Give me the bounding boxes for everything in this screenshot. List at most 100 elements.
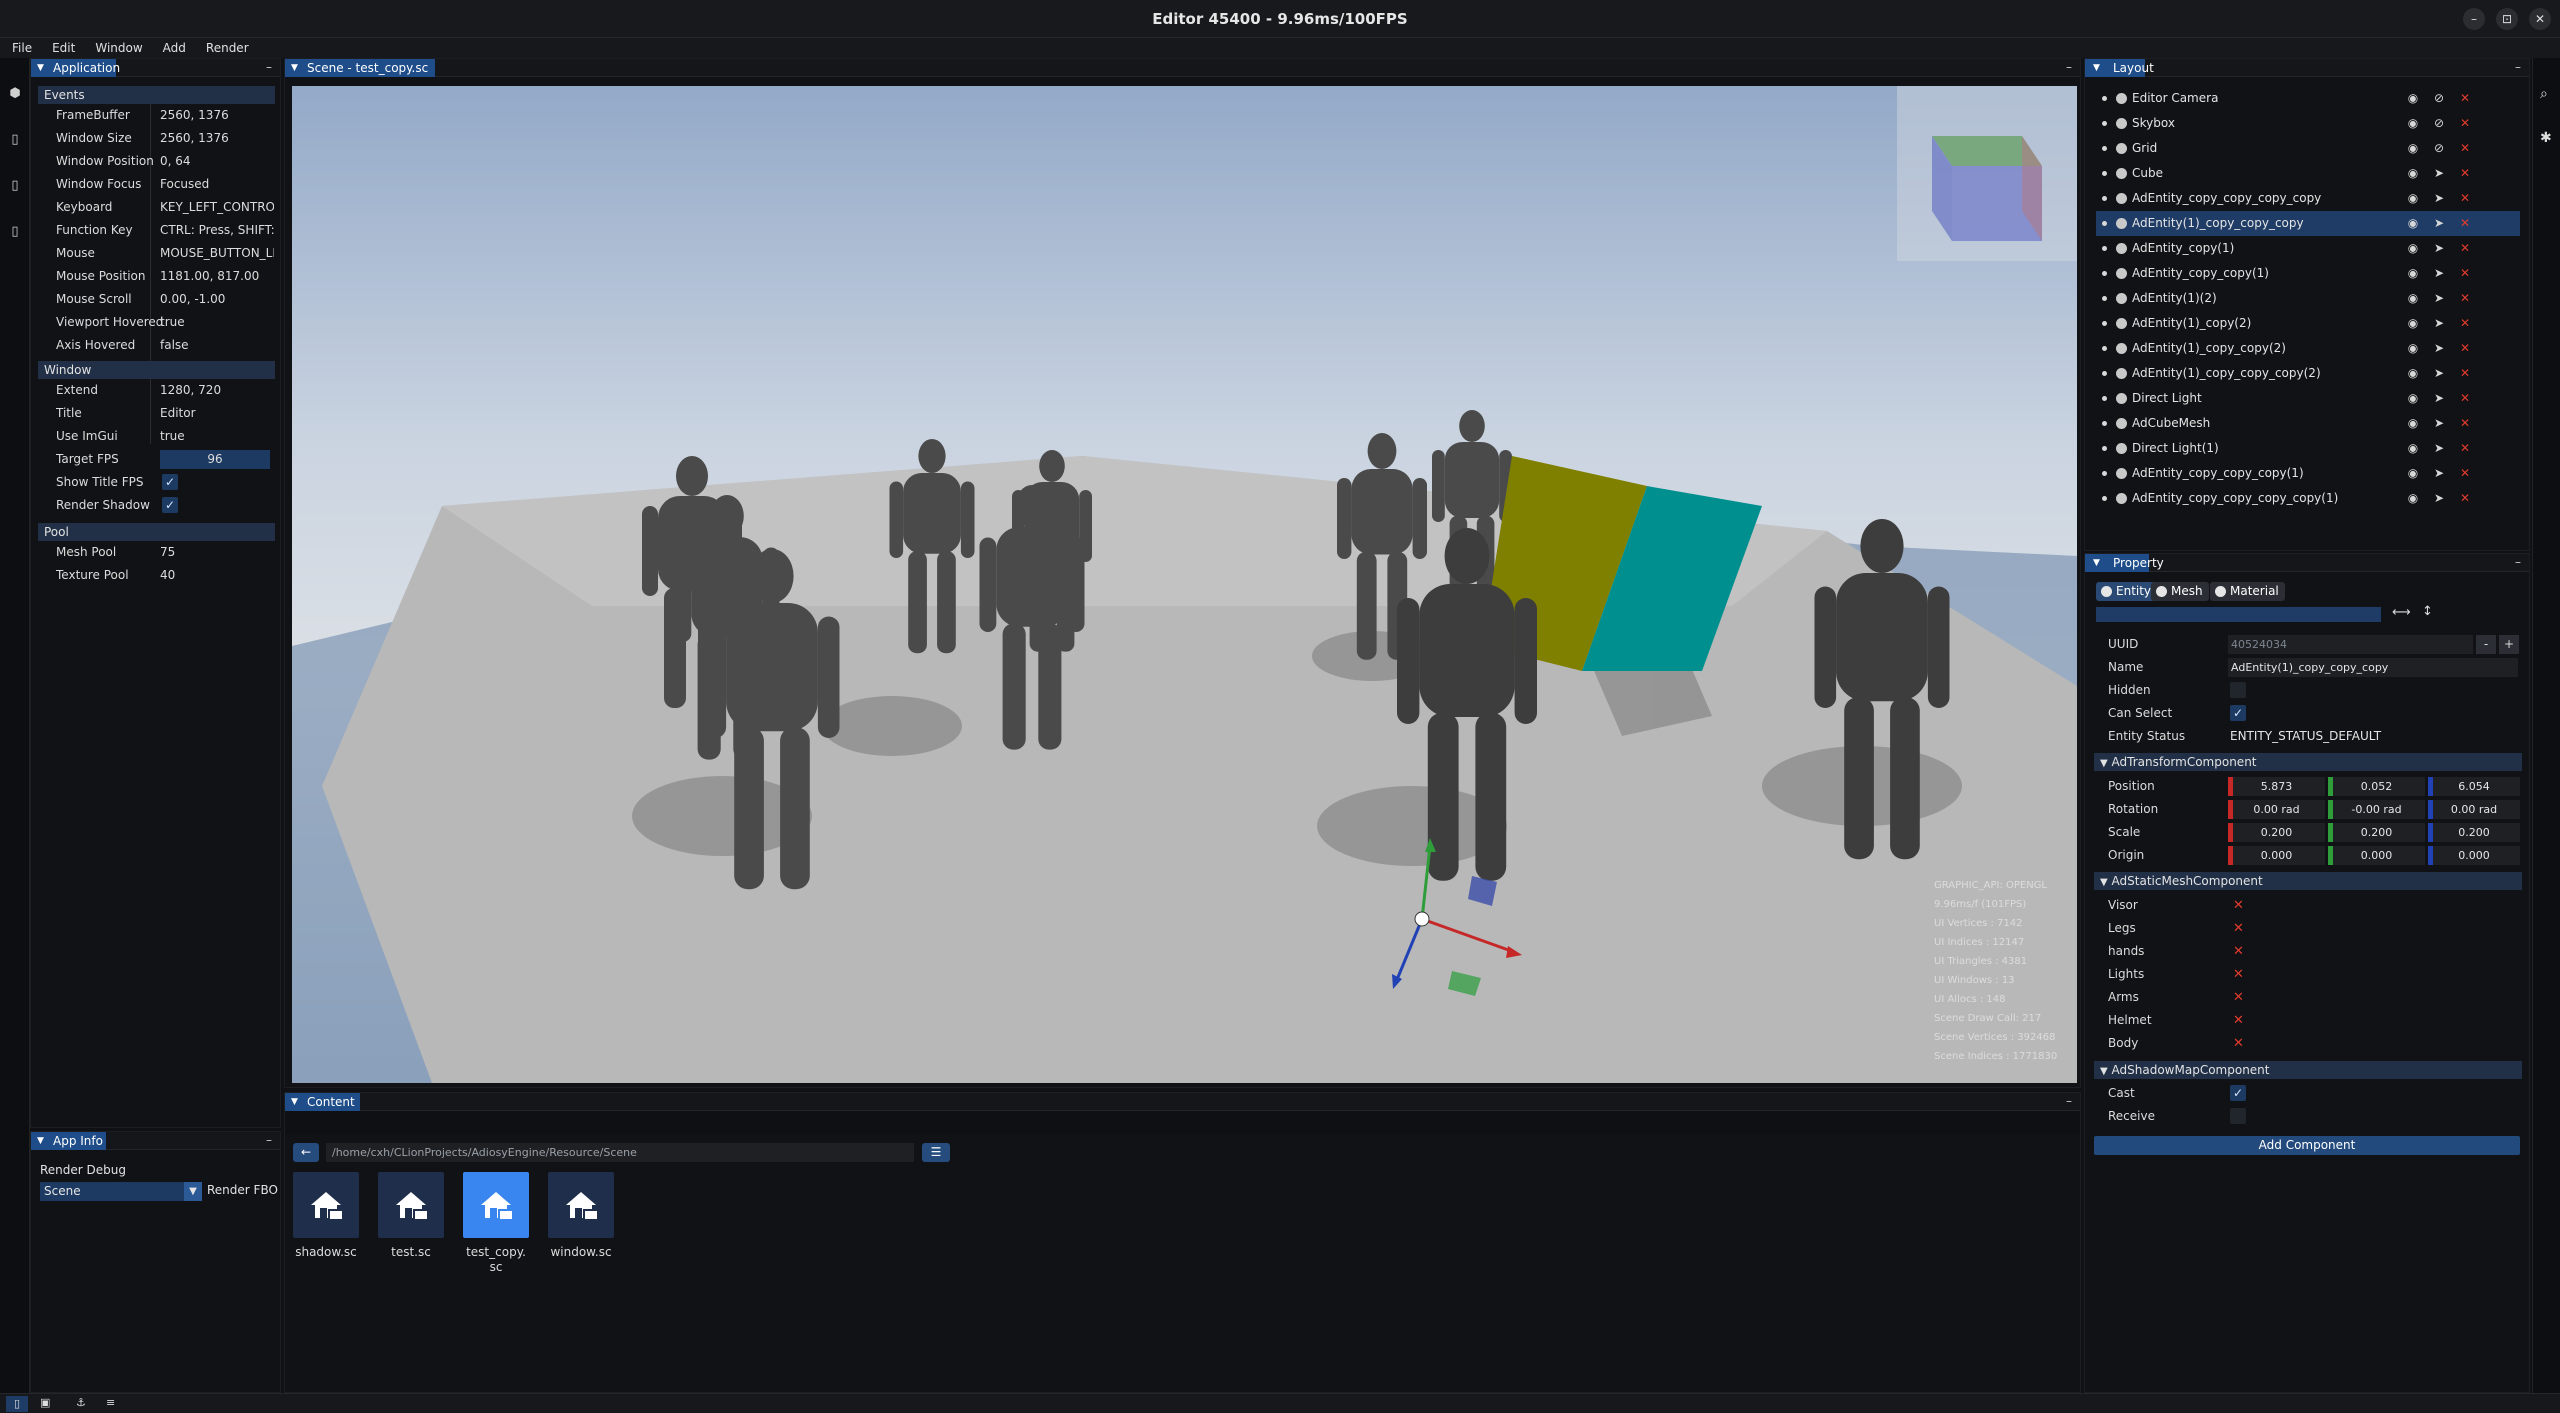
tab-entity[interactable]: Entity (2096, 582, 2158, 601)
send-icon[interactable]: ➤ (2432, 236, 2446, 261)
scene-file[interactable] (463, 1172, 529, 1238)
remove-icon[interactable]: ✕ (2233, 917, 2244, 940)
send-icon[interactable]: ➤ (2432, 436, 2446, 461)
bug-icon[interactable]: ✱ (2540, 130, 2552, 146)
eye-icon[interactable]: ◉ (2406, 86, 2420, 111)
y-field[interactable]: 0.052 (2328, 777, 2425, 796)
collapse-icon[interactable]: – (2066, 1093, 2072, 1109)
menu-add[interactable]: Add (151, 38, 194, 58)
tab-material[interactable]: Material (2210, 582, 2285, 601)
tab-layout[interactable]: ▼ Layout (2085, 59, 2154, 77)
scene-file[interactable] (293, 1172, 359, 1238)
x-field[interactable]: 0.000 (2228, 846, 2325, 865)
eye-icon[interactable]: ◉ (2406, 186, 2420, 211)
scene-file[interactable] (378, 1172, 444, 1238)
delete-icon[interactable]: ✕ (2458, 86, 2472, 111)
send-icon[interactable]: ➤ (2432, 261, 2446, 286)
close-button[interactable]: ✕ (2529, 8, 2551, 30)
block-icon[interactable]: ⊘ (2432, 111, 2446, 136)
tab-app-info[interactable]: ▼ App Info (31, 1132, 106, 1150)
scene-file[interactable] (548, 1172, 614, 1238)
layout-entity[interactable]: Direct Light(1) ◉ ➤ ✕ (2096, 436, 2520, 461)
static-mesh-component-header[interactable]: ▼ AdStaticMeshComponent (2094, 872, 2522, 890)
delete-icon[interactable]: ✕ (2458, 161, 2472, 186)
x-field[interactable]: 5.873 (2228, 777, 2325, 796)
tab-content[interactable]: ▼ Content (285, 1093, 360, 1111)
image-icon[interactable]: ▣ (40, 1396, 50, 1409)
resize-horizontal-icon[interactable]: ⟷ (2392, 605, 2411, 620)
layout-entity[interactable]: AdEntity_copy_copy_copy_copy ◉ ➤ ✕ (2096, 186, 2520, 211)
entity-search-input[interactable] (2096, 607, 2381, 622)
delete-icon[interactable]: ✕ (2458, 261, 2472, 286)
layout-entity[interactable]: AdEntity_copy_copy_copy_copy(1) ◉ ➤ ✕ (2096, 486, 2520, 511)
layout-entity[interactable]: AdEntity_copy_copy_copy(1) ◉ ➤ ✕ (2096, 461, 2520, 486)
collapse-icon[interactable]: – (2515, 59, 2521, 75)
x-field[interactable]: 0.00 rad (2228, 800, 2325, 819)
collapse-icon[interactable]: – (2515, 554, 2521, 570)
eye-icon[interactable]: ◉ (2406, 486, 2420, 511)
render-debug-select[interactable]: Scene ▼ (40, 1182, 202, 1201)
layout-entity[interactable]: AdEntity(1)(2) ◉ ➤ ✕ (2096, 286, 2520, 311)
can-select-checkbox[interactable]: ✓ (2230, 705, 2246, 721)
remove-icon[interactable]: ✕ (2233, 963, 2244, 986)
eye-icon[interactable]: ◉ (2406, 136, 2420, 161)
collapse-icon[interactable]: – (2066, 59, 2072, 75)
eye-icon[interactable]: ◉ (2406, 436, 2420, 461)
eye-icon[interactable]: ◉ (2406, 111, 2420, 136)
list-view-icon[interactable]: ☰ (922, 1143, 950, 1162)
collapse-icon[interactable]: – (266, 59, 272, 75)
eye-icon[interactable]: ◉ (2406, 211, 2420, 236)
uuid-increment-button[interactable]: + (2499, 635, 2519, 654)
send-icon[interactable]: ➤ (2432, 361, 2446, 386)
entity-name-field[interactable]: AdEntity(1)_copy_copy_copy (2228, 658, 2518, 677)
layout-entity[interactable]: AdEntity_copy(1) ◉ ➤ ✕ (2096, 236, 2520, 261)
delete-icon[interactable]: ✕ (2458, 311, 2472, 336)
layout-entity[interactable]: AdEntity(1)_copy_copy(2) ◉ ➤ ✕ (2096, 336, 2520, 361)
send-icon[interactable]: ➤ (2432, 486, 2446, 511)
z-field[interactable]: 0.00 rad (2428, 800, 2520, 819)
block-icon[interactable]: ⊘ (2432, 136, 2446, 161)
eye-icon[interactable]: ◉ (2406, 336, 2420, 361)
delete-icon[interactable]: ✕ (2458, 336, 2472, 361)
receive-checkbox[interactable] (2230, 1108, 2246, 1124)
shadow-map-component-header[interactable]: ▼ AdShadowMapComponent (2094, 1061, 2522, 1079)
add-component-button[interactable]: Add Component (2094, 1136, 2520, 1155)
x-field[interactable]: 0.200 (2228, 823, 2325, 842)
delete-icon[interactable]: ✕ (2458, 411, 2472, 436)
block-icon[interactable]: ⊘ (2432, 86, 2446, 111)
send-icon[interactable]: ➤ (2432, 386, 2446, 411)
window-checkbox[interactable]: ✓ (162, 474, 178, 490)
delete-icon[interactable]: ✕ (2458, 111, 2472, 136)
remove-icon[interactable]: ✕ (2233, 1032, 2244, 1055)
document-icon[interactable]: ▯ (7, 224, 23, 240)
orientation-cube[interactable] (1897, 86, 2077, 261)
cube-icon[interactable]: ⬢ (7, 86, 23, 102)
document-icon[interactable]: ▯ (7, 132, 23, 148)
remove-icon[interactable]: ✕ (2233, 1009, 2244, 1032)
delete-icon[interactable]: ✕ (2458, 486, 2472, 511)
delete-icon[interactable]: ✕ (2458, 236, 2472, 261)
y-field[interactable]: 0.200 (2328, 823, 2425, 842)
menu-window[interactable]: Window (83, 38, 150, 58)
delete-icon[interactable]: ✕ (2458, 461, 2472, 486)
document-icon[interactable]: ▯ (7, 178, 23, 194)
path-input[interactable]: /home/cxh/CLionProjects/AdiosyEngine/Res… (326, 1143, 914, 1162)
transform-component-header[interactable]: ▼ AdTransformComponent (2094, 753, 2522, 771)
uuid-decrement-button[interactable]: - (2476, 635, 2496, 654)
layout-entity[interactable]: AdEntity_copy_copy(1) ◉ ➤ ✕ (2096, 261, 2520, 286)
z-field[interactable]: 6.054 (2428, 777, 2520, 796)
send-icon[interactable]: ➤ (2432, 336, 2446, 361)
uuid-field[interactable]: 40524034 (2228, 635, 2473, 654)
tab-mesh[interactable]: Mesh (2151, 582, 2209, 601)
send-icon[interactable]: ➤ (2432, 161, 2446, 186)
eye-icon[interactable]: ◉ (2406, 386, 2420, 411)
hidden-checkbox[interactable] (2230, 682, 2246, 698)
tab-scene[interactable]: ▼ Scene - test_copy.sc (285, 59, 435, 77)
delete-icon[interactable]: ✕ (2458, 361, 2472, 386)
minimize-button[interactable]: – (2463, 8, 2485, 30)
delete-icon[interactable]: ✕ (2458, 386, 2472, 411)
delete-icon[interactable]: ✕ (2458, 436, 2472, 461)
tab-property[interactable]: ▼ Property (2085, 554, 2164, 572)
send-icon[interactable]: ➤ (2432, 461, 2446, 486)
send-icon[interactable]: ➤ (2432, 211, 2446, 236)
